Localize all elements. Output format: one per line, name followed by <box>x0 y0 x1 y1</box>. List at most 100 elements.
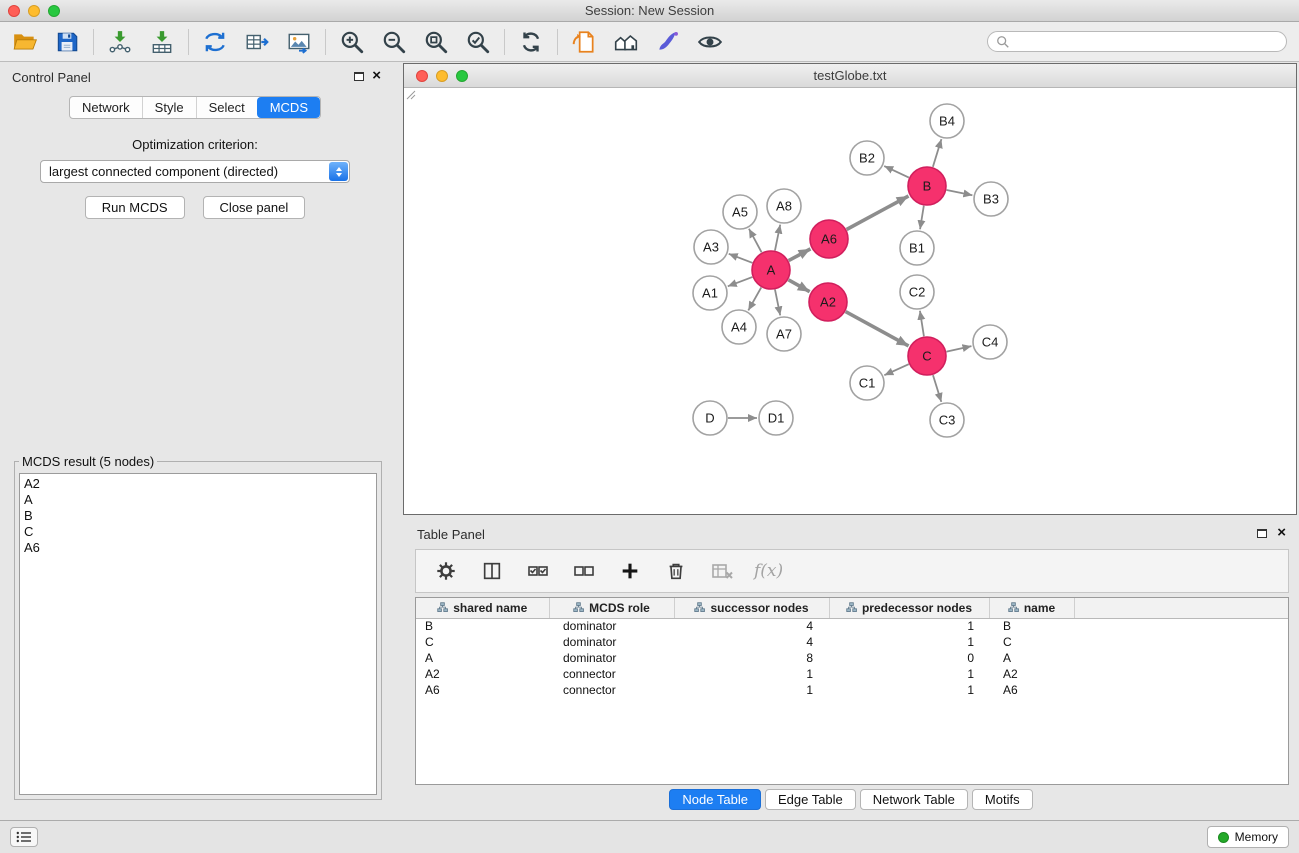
close-table-panel-icon[interactable]: × <box>1277 524 1286 542</box>
apply-style-button[interactable] <box>651 25 685 59</box>
export-network-button[interactable] <box>198 25 232 59</box>
network-node-B2[interactable]: B2 <box>850 141 884 175</box>
network-edge-C-C1[interactable] <box>884 364 908 375</box>
table-settings-button[interactable] <box>432 557 460 585</box>
network-edge-A-A7[interactable] <box>775 290 780 316</box>
tab-select[interactable]: Select <box>196 97 257 118</box>
network-node-D[interactable]: D <box>693 401 727 435</box>
memory-button[interactable]: Memory <box>1207 826 1289 848</box>
table-row[interactable]: A6connector11A6 <box>416 682 1288 698</box>
save-session-button[interactable] <box>50 25 84 59</box>
resize-grip[interactable] <box>404 88 416 100</box>
column-header[interactable]: shared name <box>416 598 549 618</box>
show-graphics-details-button[interactable] <box>693 25 727 59</box>
network-edge-B-B1[interactable] <box>920 206 924 229</box>
network-edge-A-A3[interactable] <box>729 254 753 263</box>
open-session-button[interactable] <box>8 25 42 59</box>
result-item[interactable]: B <box>24 508 372 524</box>
refresh-network-button[interactable] <box>514 25 548 59</box>
network-node-B[interactable]: B <box>908 167 946 205</box>
run-mcds-button[interactable]: Run MCDS <box>85 196 185 219</box>
result-item[interactable]: A <box>24 492 372 508</box>
zoom-in-button[interactable] <box>335 25 369 59</box>
tab-style[interactable]: Style <box>142 97 196 118</box>
tab-node-table[interactable]: Node Table <box>669 789 761 810</box>
network-edge-A-A6[interactable] <box>789 249 811 261</box>
network-edge-B-B4[interactable] <box>933 139 942 167</box>
tab-mcds[interactable]: MCDS <box>257 97 320 118</box>
create-column-button[interactable] <box>616 557 644 585</box>
network-edge-C-C4[interactable] <box>947 346 972 352</box>
network-edge-C-C3[interactable] <box>933 375 941 402</box>
network-edge-B-B3[interactable] <box>947 190 973 195</box>
network-edge-A-A4[interactable] <box>748 287 761 310</box>
table-row[interactable]: Adominator80A <box>416 650 1288 666</box>
tab-network-table[interactable]: Network Table <box>860 789 968 810</box>
network-node-C1[interactable]: C1 <box>850 366 884 400</box>
select-all-columns-button[interactable] <box>524 557 552 585</box>
search-input[interactable] <box>1015 34 1278 50</box>
network-node-A6[interactable]: A6 <box>810 220 848 258</box>
result-item[interactable]: A6 <box>24 540 372 556</box>
float-table-panel-icon[interactable] <box>1257 529 1267 538</box>
task-history-button[interactable] <box>10 827 38 847</box>
column-header[interactable]: name <box>989 598 1074 618</box>
tab-motifs[interactable]: Motifs <box>972 789 1033 810</box>
network-node-A5[interactable]: A5 <box>723 195 757 229</box>
search-field[interactable] <box>987 31 1287 52</box>
zoom-selected-button[interactable] <box>461 25 495 59</box>
delete-table-button[interactable] <box>708 557 736 585</box>
network-edge-A-A2[interactable] <box>788 280 809 292</box>
network-edge-B-B2[interactable] <box>884 166 909 178</box>
network-node-A4[interactable]: A4 <box>722 310 756 344</box>
network-node-B3[interactable]: B3 <box>974 182 1008 216</box>
network-edge-A-A5[interactable] <box>749 229 762 253</box>
network-edge-A-A8[interactable] <box>775 225 780 251</box>
table-row[interactable]: Cdominator41C <box>416 634 1288 650</box>
table-row[interactable]: Bdominator41B <box>416 618 1288 634</box>
column-header[interactable]: successor nodes <box>674 598 829 618</box>
network-edge-A6-B[interactable] <box>847 196 909 229</box>
table-row[interactable]: A2connector11A2 <box>416 666 1288 682</box>
result-item[interactable]: A2 <box>24 476 372 492</box>
export-table-button[interactable] <box>240 25 274 59</box>
tab-network[interactable]: Network <box>70 97 142 118</box>
network-overview-button[interactable] <box>609 25 643 59</box>
network-node-C[interactable]: C <box>908 337 946 375</box>
network-node-C2[interactable]: C2 <box>900 275 934 309</box>
function-builder-button[interactable]: f(x) <box>754 561 783 581</box>
float-panel-icon[interactable] <box>354 72 364 81</box>
mcds-result-list[interactable]: A2ABCA6 <box>19 473 377 795</box>
export-image-button[interactable] <box>282 25 316 59</box>
zoom-out-button[interactable] <box>377 25 411 59</box>
network-node-C3[interactable]: C3 <box>930 403 964 437</box>
result-item[interactable]: C <box>24 524 372 540</box>
column-header[interactable]: MCDS role <box>549 598 674 618</box>
zoom-fit-button[interactable] <box>419 25 453 59</box>
close-panel-button[interactable]: Close panel <box>203 196 306 219</box>
network-edge-C-C2[interactable] <box>920 311 924 336</box>
delete-column-button[interactable] <box>662 557 690 585</box>
tab-edge-table[interactable]: Edge Table <box>765 789 856 810</box>
import-network-button[interactable] <box>103 25 137 59</box>
import-table-button[interactable] <box>145 25 179 59</box>
network-node-C4[interactable]: C4 <box>973 325 1007 359</box>
criterion-select[interactable]: largest connected component (directed) <box>40 160 350 183</box>
network-node-A7[interactable]: A7 <box>767 317 801 351</box>
show-columns-button[interactable] <box>478 557 506 585</box>
network-node-A1[interactable]: A1 <box>693 276 727 310</box>
network-edge-A2-C[interactable] <box>846 312 909 346</box>
network-node-B4[interactable]: B4 <box>930 104 964 138</box>
column-header[interactable]: predecessor nodes <box>829 598 989 618</box>
network-node-A[interactable]: A <box>752 251 790 289</box>
close-panel-icon[interactable]: × <box>372 67 381 85</box>
page-button[interactable] <box>567 25 601 59</box>
network-node-D1[interactable]: D1 <box>759 401 793 435</box>
network-node-A8[interactable]: A8 <box>767 189 801 223</box>
network-edge-A-A1[interactable] <box>728 277 753 286</box>
network-canvas[interactable]: B4 B2 B B3 A5 A8 A6 A3 A B1 A1 A2 C2 A4 A7 C4 C C1 D D1 C3 <box>404 88 1296 513</box>
network-node-B1[interactable]: B1 <box>900 231 934 265</box>
network-node-A3[interactable]: A3 <box>694 230 728 264</box>
network-node-A2[interactable]: A2 <box>809 283 847 321</box>
unselect-all-columns-button[interactable] <box>570 557 598 585</box>
